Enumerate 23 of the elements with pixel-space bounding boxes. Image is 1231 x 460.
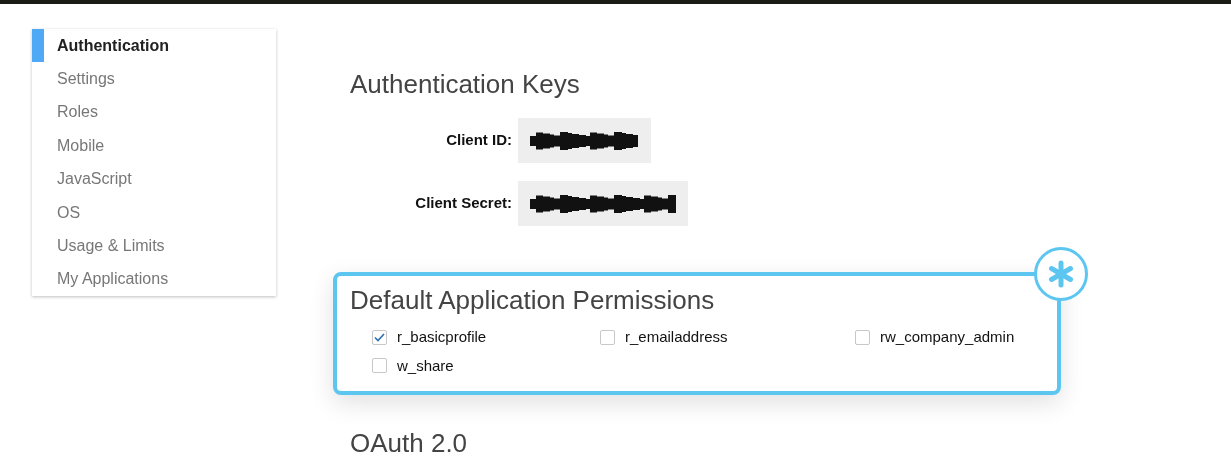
checkbox-label: w_share — [397, 355, 454, 376]
sidebar-item[interactable]: Roles — [32, 95, 276, 130]
sidebar-item[interactable]: Authentication — [32, 29, 276, 63]
asterisk-icon — [1047, 260, 1075, 288]
section-heading: Default Application Permissions — [350, 284, 716, 317]
sidebar-item[interactable]: JavaScript — [32, 162, 276, 196]
field-label: Client ID: — [445, 130, 513, 151]
sidebar-item[interactable]: Mobile — [32, 129, 276, 163]
sidebar-item[interactable]: My Applications — [32, 262, 276, 296]
section-heading: OAuth 2.0 — [350, 427, 469, 460]
sidebar-item[interactable]: Settings — [32, 62, 276, 96]
sidebar-item[interactable]: OS — [32, 195, 276, 230]
field-label: Client Secret: — [414, 193, 513, 214]
check-icon — [374, 332, 385, 342]
checkbox-label: r_emailaddress — [625, 327, 728, 347]
section-heading: Authentication Keys — [350, 68, 581, 101]
checkbox[interactable] — [855, 329, 870, 345]
checkbox[interactable] — [372, 329, 387, 345]
checkbox[interactable] — [600, 329, 615, 345]
checkbox-label: r_basicprofile — [397, 327, 487, 347]
checkbox-label: rw_company_admin — [880, 327, 1015, 347]
checkbox[interactable] — [372, 358, 387, 374]
sidebar-item[interactable]: Usage & Limits — [32, 229, 276, 263]
